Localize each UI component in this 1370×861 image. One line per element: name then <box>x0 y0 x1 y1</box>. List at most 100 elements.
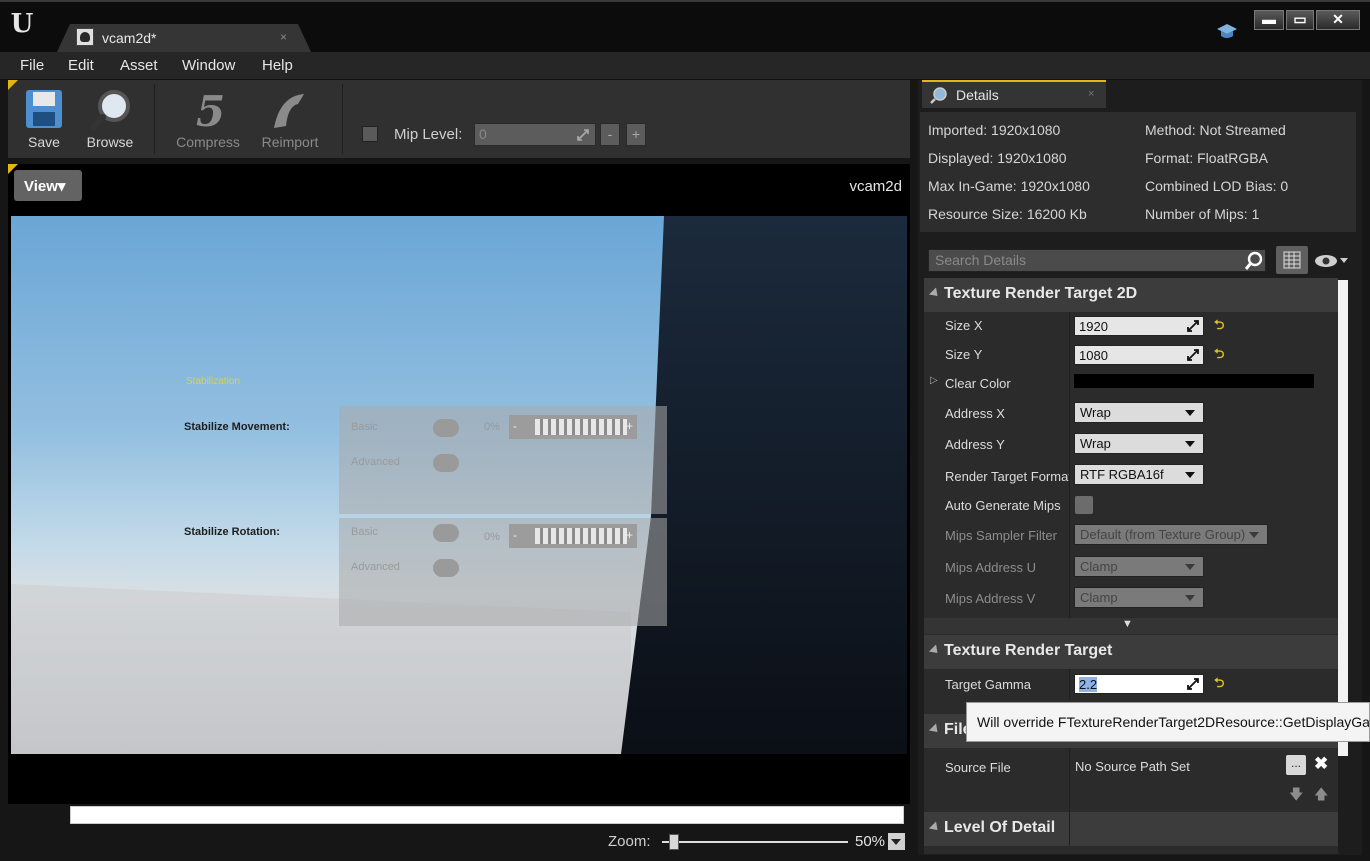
move-down-icon[interactable]: 🡇 <box>1289 784 1303 808</box>
search-details-input[interactable]: Search Details <box>928 249 1266 272</box>
auto-generate-mips-label: Auto Generate Mips <box>945 498 1061 513</box>
reset-to-default-icon[interactable]: ⮌ <box>1214 345 1224 367</box>
close-window-button[interactable]: ✕ <box>1316 10 1360 30</box>
address-y-dropdown[interactable]: Wrap <box>1074 433 1204 454</box>
view-menu-button[interactable]: View▾ <box>14 170 82 201</box>
auto-generate-mips-checkbox[interactable] <box>1075 496 1093 514</box>
move-up-icon[interactable]: 🡅 <box>1314 784 1328 808</box>
clear-source-icon[interactable]: ✖ <box>1314 754 1328 774</box>
mips-sampler-filter-label: Mips Sampler Filter <box>945 528 1057 543</box>
browse-label: Browse <box>86 134 134 150</box>
info-combined-lod-bias: Combined LOD Bias: 0 <box>1145 178 1289 194</box>
movement-slider-track <box>535 419 627 435</box>
grid-icon <box>1283 251 1301 269</box>
svg-text:5: 5 <box>196 88 225 132</box>
menu-asset[interactable]: Asset <box>120 57 158 74</box>
size-x-value: 1920 <box>1079 319 1108 334</box>
advanced-expander[interactable]: ▼ <box>924 618 1338 634</box>
info-resource-size: Resource Size: 16200 Kb <box>928 206 1087 222</box>
unreal-logo-icon[interactable]: U <box>6 8 38 40</box>
horizontal-scrollbar[interactable] <box>70 806 904 824</box>
details-tab[interactable]: Details × <box>922 80 1106 108</box>
expand-arrow-icon[interactable]: ▷ <box>930 375 938 386</box>
zoom-slider-track[interactable] <box>662 841 848 843</box>
menu-edit[interactable]: Edit <box>68 57 94 74</box>
close-tab-button[interactable]: × <box>280 30 287 44</box>
rotation-basic-toggle <box>433 524 459 542</box>
menu-help[interactable]: Help <box>262 57 293 74</box>
category-title: Texture Render Target 2D <box>944 285 1138 302</box>
reset-to-default-icon[interactable]: ⮌ <box>1214 316 1224 338</box>
mips-address-v-dropdown[interactable]: Clamp <box>1074 587 1204 608</box>
drag-arrows-icon <box>1187 349 1199 361</box>
rotation-slider: - + <box>509 524 637 548</box>
size-x-input[interactable]: 1920 <box>1074 316 1204 336</box>
column-divider[interactable] <box>1069 312 1070 618</box>
zoom-dropdown-icon[interactable] <box>888 833 905 850</box>
browse-button[interactable]: Browse <box>74 84 146 154</box>
movement-basic-label: Basic <box>351 421 378 433</box>
column-divider[interactable] <box>1069 748 1070 816</box>
scene-heading: Stabilization <box>186 376 240 387</box>
browse-source-button[interactable]: ... <box>1286 755 1306 775</box>
property-matrix-button[interactable] <box>1276 246 1308 274</box>
expand-advanced-icon: ▼ <box>1122 618 1133 630</box>
compress-label: Compress <box>176 134 240 150</box>
render-target-format-label: Render Target Format <box>945 469 1069 484</box>
reset-to-default-icon[interactable]: ⮌ <box>1214 674 1224 696</box>
drag-arrows-icon <box>1187 678 1199 690</box>
target-gamma-input[interactable]: 2.2 <box>1074 674 1204 694</box>
search-icon[interactable] <box>1244 251 1264 271</box>
mip-level-input[interactable]: 0 <box>474 123 596 146</box>
column-divider[interactable] <box>1069 669 1070 699</box>
size-x-label: Size X <box>945 318 983 333</box>
document-tab[interactable]: vcam2d* × <box>56 24 312 54</box>
minimize-button[interactable]: ▬ <box>1254 10 1284 30</box>
maximize-button[interactable]: ▭ <box>1286 10 1314 30</box>
close-details-tab-button[interactable]: × <box>1088 88 1094 100</box>
category-level-of-detail[interactable]: Level Of Detail <box>924 812 1338 846</box>
mip-level-decrement-button[interactable]: - <box>600 123 620 146</box>
mips-address-u-dropdown[interactable]: Clamp <box>1074 556 1204 577</box>
reimport-button[interactable]: Reimport <box>254 84 326 154</box>
details-scrollbar[interactable] <box>1338 280 1348 756</box>
category-texture-render-target-2d[interactable]: Texture Render Target 2D <box>924 278 1338 312</box>
zoom-slider-thumb[interactable] <box>668 834 679 850</box>
properties-list: Texture Render Target 2D Size X 1920 ⮌ S… <box>924 278 1338 854</box>
magnifier-icon <box>90 90 130 131</box>
clear-color-swatch[interactable] <box>1074 374 1314 388</box>
mips-address-u-label: Mips Address U <box>945 560 1037 575</box>
mip-level-checkbox[interactable] <box>362 126 378 142</box>
rotation-slider-minus: - <box>513 528 517 542</box>
source-file-label: Source File <box>945 760 1011 775</box>
mip-level-value: 0 <box>479 126 487 142</box>
save-button[interactable]: Save <box>8 84 80 154</box>
mips-sampler-filter-dropdown[interactable]: Default (from Texture Group) <box>1074 524 1268 545</box>
texture-name-label: vcam2d <box>849 178 902 195</box>
info-displayed: Displayed: 1920x1080 <box>928 150 1067 166</box>
render-target-format-dropdown[interactable]: RTF RGBA16f <box>1074 464 1204 485</box>
info-method: Method: Not Streamed <box>1145 122 1286 138</box>
column-divider[interactable] <box>1069 812 1070 846</box>
mip-level-increment-button[interactable]: + <box>626 123 646 146</box>
movement-percent: 0% <box>484 421 500 433</box>
category-texture-render-target[interactable]: Texture Render Target <box>924 635 1338 669</box>
save-icon <box>26 90 62 128</box>
menu-file[interactable]: File <box>20 57 44 74</box>
compress-button[interactable]: 5 Compress <box>172 84 244 154</box>
collapse-arrow-icon <box>928 723 942 736</box>
size-y-input[interactable]: 1080 <box>1074 345 1204 365</box>
size-y-label: Size Y <box>945 347 983 362</box>
graduation-cap-icon[interactable] <box>1216 22 1238 42</box>
address-x-dropdown[interactable]: Wrap <box>1074 402 1204 423</box>
toolbar: Save Browse 5 Compress Reimport Mip Leve… <box>8 80 910 158</box>
category-title: Texture Render Target <box>944 642 1113 659</box>
info-magnifier-icon <box>930 87 947 104</box>
info-imported: Imported: 1920x1080 <box>928 122 1061 138</box>
texture-viewport[interactable]: View▾ vcam2d Stabilization Stabilize Mov… <box>8 164 910 804</box>
movement-slider: - + <box>509 415 637 439</box>
category-title: Level Of Detail <box>944 819 1056 836</box>
view-options-eye-icon[interactable] <box>1314 252 1350 270</box>
menu-window[interactable]: Window <box>182 57 235 74</box>
reimport-label: Reimport <box>261 134 319 150</box>
